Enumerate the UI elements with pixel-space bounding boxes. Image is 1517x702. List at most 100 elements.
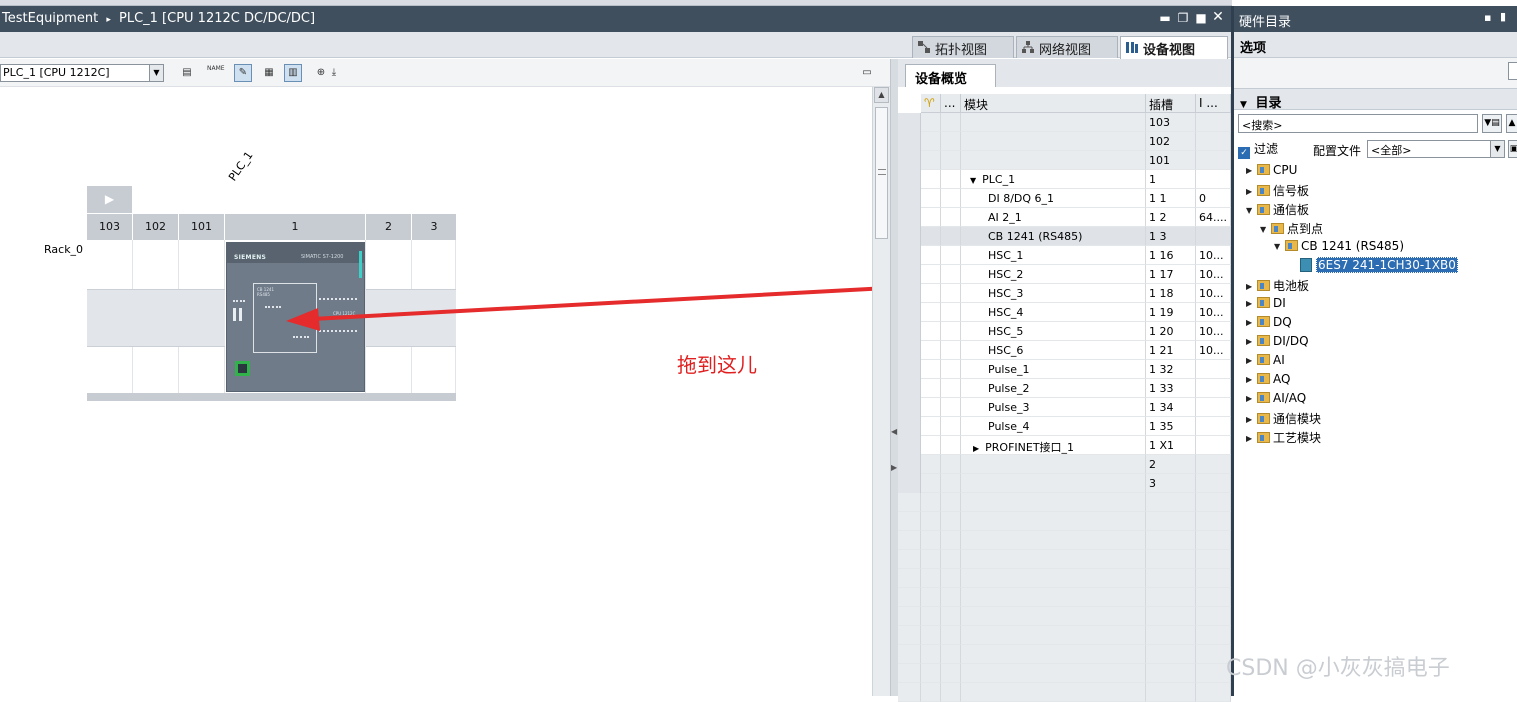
table-row[interactable]: HSC_4 1 19 10... — [898, 303, 1231, 322]
options-section[interactable]: 选项 — [1234, 32, 1517, 58]
table-row[interactable]: ▼ PLC_1 1 — [898, 170, 1231, 189]
chevron-right-icon[interactable]: ▶ — [1246, 415, 1257, 424]
chevron-down-icon[interactable]: ▼ — [970, 176, 976, 185]
flag-cell — [941, 113, 961, 132]
slot-cell: 1 19 — [1146, 303, 1196, 322]
grid-icon[interactable]: ▦ — [260, 64, 278, 82]
tree-item[interactable]: ▶ CPU — [1246, 163, 1297, 182]
search-down-icon[interactable]: ▼▤ — [1482, 114, 1502, 133]
panel-toggle-icon[interactable]: ▥ — [284, 64, 302, 82]
close-icon[interactable]: ✕ — [1211, 9, 1225, 25]
filter-checkbox[interactable]: ✓ 过滤 — [1238, 140, 1278, 159]
collapse-right-icon[interactable]: ▶ — [891, 463, 897, 472]
table-row[interactable]: CB 1241 (RS485) 1 3 — [898, 227, 1231, 246]
chevron-right-icon[interactable]: ▶ — [1246, 337, 1257, 346]
rack-expand-button[interactable]: ▶ — [87, 186, 132, 213]
splitter[interactable]: ◀ ▶ — [890, 59, 898, 696]
tree-item[interactable]: ▼ CB 1241 (RS485) — [1274, 239, 1404, 258]
search-up-icon[interactable]: ▲ — [1506, 114, 1517, 133]
chevron-right-icon[interactable]: ▶ — [1246, 299, 1257, 308]
breadcrumb-project[interactable]: TestEquipment — [2, 11, 98, 26]
column-header-slot[interactable]: 插槽 — [1146, 94, 1196, 113]
empty-cell — [961, 664, 1146, 683]
table-row[interactable]: DI 8/DQ 6_1 1 10 — [898, 189, 1231, 208]
table-row[interactable]: 101 — [898, 151, 1231, 170]
column-header-module[interactable]: 模块 — [961, 94, 1146, 113]
overview-toggle-icon[interactable]: ▭ — [858, 64, 876, 82]
tab-device-view[interactable]: 设备视图 — [1120, 36, 1228, 59]
catalog-search-input[interactable]: <搜索> — [1238, 114, 1478, 133]
tree-item[interactable]: ▶ DI/DQ — [1246, 334, 1309, 353]
table-row[interactable]: HSC_5 1 20 10... — [898, 322, 1231, 341]
chevron-down-icon[interactable]: ▼ — [1490, 141, 1504, 157]
maximize-icon[interactable]: ■ — [1194, 11, 1208, 25]
table-row[interactable]: ▶ PROFINET接口_1 1 X1 — [898, 436, 1231, 455]
directory-section[interactable]: ▼ 目录 — [1234, 88, 1517, 111]
options-icon[interactable] — [1508, 62, 1517, 80]
table-row[interactable]: HSC_1 1 16 10... — [898, 246, 1231, 265]
collapse-left-icon[interactable]: ◀ — [891, 427, 897, 436]
chevron-right-icon[interactable]: ▶ — [1246, 187, 1257, 196]
device-properties-icon[interactable]: ▤ — [178, 64, 196, 82]
table-row[interactable]: Pulse_1 1 32 — [898, 360, 1231, 379]
table-row[interactable]: Pulse_4 1 35 — [898, 417, 1231, 436]
restore-icon[interactable]: ▪ — [1484, 11, 1491, 24]
chevron-right-icon[interactable]: ▶ — [1246, 318, 1257, 327]
chevron-right-icon[interactable]: ▶ — [1246, 356, 1257, 365]
chevron-right-icon[interactable]: ▶ — [1246, 375, 1257, 384]
tree-item[interactable]: ▶ DI — [1246, 296, 1286, 315]
table-row[interactable]: HSC_6 1 21 10... — [898, 341, 1231, 360]
restore-icon[interactable]: ❐ — [1176, 11, 1190, 25]
table-row[interactable]: 102 — [898, 132, 1231, 151]
folder-icon — [1257, 392, 1270, 403]
empty-cell — [941, 664, 961, 683]
chevron-right-icon[interactable]: ▶ — [1246, 394, 1257, 403]
tree-item[interactable]: ▼ 点到点 — [1260, 220, 1323, 239]
profile-select[interactable]: <全部> ▼ — [1367, 140, 1505, 158]
table-row[interactable]: Pulse_3 1 34 — [898, 398, 1231, 417]
chevron-right-icon[interactable]: ▶ — [973, 444, 979, 453]
tree-item[interactable]: ▶ AI — [1246, 353, 1285, 372]
tree-item[interactable]: 6ES7 241-1CH30-1XB0 — [1300, 257, 1458, 277]
table-row[interactable]: Pulse_2 1 33 — [898, 379, 1231, 398]
chevron-right-icon[interactable]: ▶ — [1246, 166, 1257, 175]
table-row[interactable]: HSC_3 1 18 10... — [898, 284, 1231, 303]
tree-item[interactable]: ▶ 信号板 — [1246, 182, 1309, 201]
minimize-icon[interactable]: ▬ — [1158, 11, 1172, 25]
scroll-up-icon[interactable]: ▲ — [874, 87, 889, 103]
table-row[interactable]: 3 — [898, 474, 1231, 493]
pin-icon[interactable]: ▮ — [1500, 10, 1506, 23]
chevron-right-icon[interactable]: ▶ — [1246, 434, 1257, 443]
tab-network-view[interactable]: 网络视图 — [1016, 36, 1118, 58]
chevron-down-icon[interactable]: ▼ — [1260, 225, 1271, 234]
tree-item[interactable]: ▶ 工艺模块 — [1246, 429, 1321, 448]
column-header[interactable]: ... — [941, 94, 961, 113]
canvas-scrollbar[interactable]: ▲ — [872, 87, 890, 696]
show-module-names-button[interactable]: NAME — [206, 64, 225, 82]
table-row[interactable]: AI 2_1 1 2 64.... — [898, 208, 1231, 227]
chevron-right-icon[interactable]: ▶ — [1246, 282, 1257, 291]
breadcrumb-device[interactable]: PLC_1 [CPU 1212C DC/DC/DC] — [119, 11, 315, 26]
table-row[interactable]: 2 — [898, 455, 1231, 474]
chevron-down-icon[interactable]: ▼ — [149, 65, 163, 81]
cpu-module[interactable]: SIEMENS SIMATIC S7-1200 CB 1241 RS485 CP… — [226, 242, 365, 392]
tab-topology-view[interactable]: 拓扑视图 — [912, 36, 1014, 58]
pointer-tool-icon[interactable]: ✎ — [234, 64, 252, 82]
tree-item[interactable]: ▼ 通信板 — [1246, 201, 1309, 220]
tree-item[interactable]: ▶ AQ — [1246, 372, 1290, 391]
status-column-header[interactable]: ♈ — [921, 94, 941, 113]
zoom-dropdown-icon[interactable]: ⤓ — [328, 64, 340, 82]
table-row[interactable]: 103 — [898, 113, 1231, 132]
column-header-address[interactable]: I ... — [1196, 94, 1231, 113]
table-row[interactable]: HSC_2 1 17 10... — [898, 265, 1231, 284]
profile-config-icon[interactable]: ▣ — [1508, 140, 1517, 158]
tree-item[interactable]: ▶ DQ — [1246, 315, 1292, 334]
chevron-down-icon[interactable]: ▼ — [1274, 242, 1285, 251]
chevron-down-icon[interactable]: ▼ — [1246, 206, 1257, 215]
device-select[interactable]: PLC_1 [CPU 1212C] ▼ — [0, 64, 164, 82]
tab-device-overview[interactable]: 设备概览 — [905, 64, 996, 87]
tree-item[interactable]: ▶ 电池板 — [1246, 277, 1309, 296]
tree-item[interactable]: ▶ AI/AQ — [1246, 391, 1306, 410]
empty-cell — [1196, 531, 1231, 550]
tree-item[interactable]: ▶ 通信模块 — [1246, 410, 1321, 429]
